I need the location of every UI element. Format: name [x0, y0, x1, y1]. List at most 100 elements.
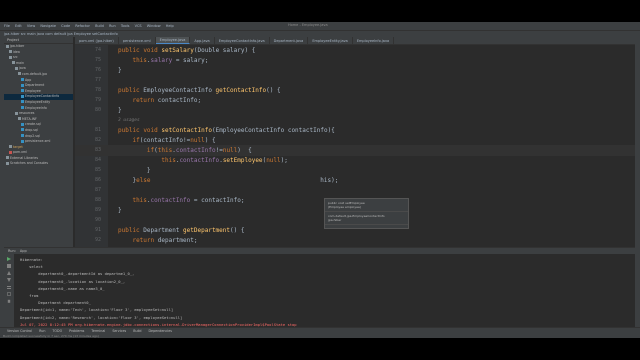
wrap-icon[interactable] [7, 285, 11, 289]
project-tree-label: Employee [25, 88, 41, 93]
project-tree-label: java [19, 66, 26, 71]
tab-department[interactable]: Department.java [270, 37, 309, 44]
project-tree-label: drop.sql [25, 127, 38, 132]
rerun-icon[interactable] [7, 257, 11, 261]
stop-icon[interactable] [7, 264, 11, 268]
tab-persistence[interactable]: persistence.xml [119, 37, 156, 44]
run-toolbar [4, 254, 14, 328]
console-line: department0_.departmentId as departme1_0… [20, 271, 135, 277]
project-tree-label: src [13, 55, 18, 60]
file-icon [9, 150, 12, 154]
editor-tabs: pom.xml (jpa-hiber) persistence.xml Empl… [75, 37, 640, 45]
folder-icon [6, 156, 9, 160]
tab-pom[interactable]: pom.xml (jpa-hiber) [75, 37, 119, 44]
project-tree-label: External Libraries [10, 155, 39, 160]
tab-employee[interactable]: Employee.java [155, 37, 191, 44]
project-tree-label: com.default.jpa [22, 71, 47, 76]
title-bar: File Edit View Navigate Code Refactor Bu… [0, 22, 640, 30]
print-icon[interactable] [7, 292, 11, 296]
menu-tools[interactable]: Tools [121, 24, 130, 28]
project-tree-item[interactable]: Scratches and Consoles [4, 161, 73, 167]
menu-run[interactable]: Run [109, 24, 116, 28]
parameter-info-popup: public void setEmployee (Employee employ… [324, 198, 409, 229]
tab-employee-info[interactable]: EmployeeInfo.java [353, 37, 395, 44]
bottom-tab-version-control[interactable]: Version Control [7, 329, 32, 333]
folder-icon [9, 55, 12, 59]
project-panel: Project jpa-hiber idea src main java com.defa… [4, 37, 74, 247]
bottom-tab-build[interactable]: Build [133, 329, 141, 333]
folder-icon [18, 117, 21, 121]
menu-help[interactable]: Help [166, 24, 174, 28]
ide-window: File Edit View Navigate Code Refactor Bu… [0, 22, 640, 338]
project-tree-label: idea [13, 49, 20, 54]
project-tree-label: drop2.sql [25, 133, 40, 138]
bottom-tab-services[interactable]: Services [112, 329, 126, 333]
project-tree-label: App [25, 77, 32, 82]
tab-employee-entity[interactable]: EmployeeEntity.java [308, 37, 353, 44]
file-icon [21, 139, 24, 143]
project-tree-label: jpa-hiber [10, 44, 25, 48]
menu-file[interactable]: File [4, 24, 10, 28]
run-panel: Run: App Hibernate: select department0_.… [4, 247, 635, 334]
project-tree-label: EmployeeContactInfo [25, 94, 60, 99]
right-tool-strip[interactable] [635, 37, 640, 327]
console-line: from [20, 292, 39, 298]
bottom-tab-problems[interactable]: Problems [69, 329, 84, 333]
scroll-up-icon[interactable] [7, 271, 11, 275]
status-text: Build completed successfully in 7 sec, 2… [3, 333, 99, 338]
breadcrumb: jpa-hiber src main java com default jpa … [0, 30, 640, 37]
video-frame: File Edit View Navigate Code Refactor Bu… [0, 0, 640, 360]
bottom-tab-terminal[interactable]: Terminal [91, 329, 105, 333]
breadcrumb-path[interactable]: jpa-hiber src main java com default jpa … [4, 32, 118, 36]
tab-employee-contact-info[interactable]: EmployeeContactInfo.java [215, 37, 270, 44]
status-bar: Build completed successfully in 7 sec, 2… [0, 333, 640, 338]
bottom-tab-dependencies[interactable]: Dependencies [149, 329, 172, 333]
project-panel-header[interactable]: Project [4, 37, 73, 44]
menu-navigate[interactable]: Navigate [40, 24, 56, 28]
file-icon [21, 83, 24, 87]
bottom-tab-todo[interactable]: TODO [52, 329, 62, 333]
file-icon [21, 134, 24, 137]
menu-code[interactable]: Code [61, 24, 70, 28]
file-icon [21, 100, 24, 104]
folder-icon [15, 66, 18, 70]
scroll-down-icon[interactable] [7, 278, 11, 282]
popup-module: jpa-hiber [328, 218, 342, 222]
run-tab-app[interactable]: App [20, 249, 27, 253]
folder-icon [9, 50, 12, 54]
file-icon [21, 94, 24, 98]
folder-icon [6, 44, 9, 48]
menu-edit[interactable]: Edit [15, 24, 22, 28]
file-icon [21, 122, 24, 126]
tab-app[interactable]: App.java [190, 37, 215, 44]
window-title: Home - Employee.java [288, 23, 328, 27]
menu-build[interactable]: Build [95, 24, 104, 28]
folder-icon [6, 161, 9, 165]
console-line: department0_.location as location2_0_, [20, 278, 126, 284]
run-panel-header: Run: App [4, 248, 635, 254]
project-tree-label: META-INF [22, 116, 37, 121]
project-tree-label: resources [19, 111, 35, 116]
project-tree-label: Department [25, 83, 45, 88]
project-tree-label: persistence.xml [25, 139, 51, 144]
project-tree-label: main [16, 60, 24, 65]
menu-vcs[interactable]: VCS [135, 24, 142, 28]
project-panel-title: Project [7, 38, 19, 42]
code-line[interactable]: 92 return department; [75, 235, 640, 246]
menu-refactor[interactable]: Refactor [75, 24, 90, 28]
run-label: Run: [8, 249, 16, 253]
file-icon [21, 128, 24, 132]
console-line: department0_.name as name3_0_ [20, 285, 105, 291]
bottom-tab-run[interactable]: Run [39, 329, 45, 333]
console-output[interactable]: Hibernate: select department0_.departmen… [20, 256, 630, 338]
project-tree-label: EmployeeEntity [25, 99, 51, 104]
console-line: select [20, 264, 43, 270]
project-tree-label: target [13, 144, 23, 149]
project-tree-label: Scratches and Consoles [10, 161, 49, 166]
main-menu: File Edit View Navigate Code Refactor Bu… [0, 24, 174, 28]
code-editor[interactable]: 74 public void setSalary(Double salary) {… [75, 45, 640, 247]
folder-icon [12, 61, 15, 65]
menu-view[interactable]: View [27, 24, 35, 28]
trash-icon[interactable] [7, 299, 11, 303]
menu-window[interactable]: Window [147, 24, 161, 28]
